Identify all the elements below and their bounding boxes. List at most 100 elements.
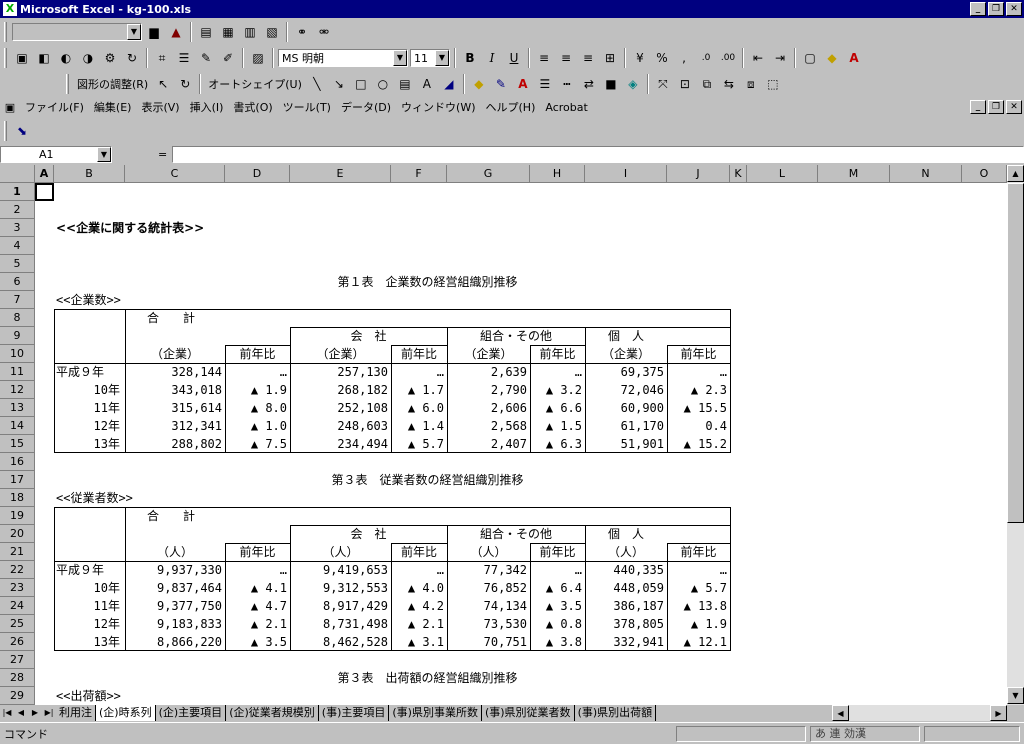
column-header-a[interactable]: A — [35, 165, 54, 183]
tab-pref-establishments[interactable]: (事)県別事業所数 — [389, 705, 482, 721]
tab-main-items[interactable]: (企)主要項目 — [156, 705, 227, 721]
row-header-13[interactable]: 13 — [0, 399, 35, 417]
row-header-26[interactable]: 26 — [0, 633, 35, 651]
picture-icon[interactable]: ▣ — [12, 48, 32, 68]
select-arrow-icon[interactable]: ↖ — [153, 74, 173, 94]
first-sheet-icon[interactable]: |◀ — [0, 706, 14, 720]
doc-restore-button[interactable]: ❐ — [988, 100, 1004, 114]
name-box[interactable]: A1 ▼ — [0, 146, 112, 163]
column-header-b[interactable]: B — [54, 165, 125, 183]
column-header-e[interactable]: E — [290, 165, 391, 183]
tab-time-series[interactable]: (企)時系列 — [96, 705, 156, 721]
dash-style-icon[interactable]: ┅ — [557, 74, 577, 94]
row-header-16[interactable]: 16 — [0, 453, 35, 471]
doc-minimize-button[interactable]: _ — [970, 100, 986, 114]
row-header-24[interactable]: 24 — [0, 597, 35, 615]
next-sheet-icon[interactable]: ▶ — [28, 706, 42, 720]
tab-est-main-items[interactable]: (事)主要項目 — [319, 705, 390, 721]
row-header-15[interactable]: 15 — [0, 435, 35, 453]
menu-acrobat[interactable]: Acrobat — [540, 101, 592, 114]
underline-icon[interactable]: U — [504, 48, 524, 68]
crop-icon[interactable]: ⌗ — [152, 48, 172, 68]
3d-style-icon[interactable]: ◈ — [623, 74, 643, 94]
column-header-o[interactable]: O — [962, 165, 1007, 183]
row-header-4[interactable]: 4 — [0, 237, 35, 255]
scroll-left-icon[interactable]: ◀ — [832, 705, 849, 721]
row-header-2[interactable]: 2 — [0, 201, 35, 219]
restore-button[interactable]: ❐ — [988, 2, 1004, 16]
line-icon[interactable]: ╲ — [307, 74, 327, 94]
oval-icon[interactable]: ○ — [373, 74, 393, 94]
fill-color-icon[interactable]: ◆ — [822, 48, 842, 68]
row-header-3[interactable]: 3 — [0, 219, 35, 237]
column-header-g[interactable]: G — [447, 165, 530, 183]
text-color-icon[interactable]: A — [513, 74, 533, 94]
row-header-20[interactable]: 20 — [0, 525, 35, 543]
increase-decimal-icon[interactable]: .0 — [696, 48, 716, 68]
minimize-button[interactable]: _ — [970, 2, 986, 16]
row-header-29[interactable]: 29 — [0, 687, 35, 705]
close-button[interactable]: ✕ — [1006, 2, 1022, 16]
rectangle-icon[interactable]: □ — [351, 74, 371, 94]
fill-bucket-icon[interactable]: ◆ — [469, 74, 489, 94]
column-header-n[interactable]: N — [890, 165, 962, 183]
row-header-10[interactable]: 10 — [0, 345, 35, 363]
row-header-14[interactable]: 14 — [0, 417, 35, 435]
gear-icon[interactable]: ⚙ — [100, 48, 120, 68]
borders-icon[interactable]: ▢ — [800, 48, 820, 68]
workbook-icon[interactable]: ▣ — [0, 101, 20, 114]
columns-icon[interactable]: ▧ — [262, 22, 282, 42]
align-right-icon[interactable]: ≡ — [578, 48, 598, 68]
percent-icon[interactable]: % — [652, 48, 672, 68]
active-cell[interactable] — [35, 183, 54, 201]
row-header-23[interactable]: 23 — [0, 579, 35, 597]
column-header-k[interactable]: K — [730, 165, 747, 183]
vertical-scrollbar[interactable]: ▲ ▼ — [1007, 165, 1024, 705]
scroll-thumb[interactable] — [1007, 183, 1024, 523]
scroll-down-icon[interactable]: ▼ — [1007, 687, 1024, 704]
align-objects-icon[interactable]: ⊡ — [675, 74, 695, 94]
ellipse-icon[interactable]: ◐ — [56, 48, 76, 68]
shadow-style-icon[interactable]: ■ — [601, 74, 621, 94]
tab-pref-employees[interactable]: (事)県別従業者数 — [482, 705, 575, 721]
scroll-right-icon[interactable]: ▶ — [990, 705, 1007, 721]
textbox-icon[interactable]: ▤ — [395, 74, 415, 94]
tab-pref-shipments[interactable]: (事)県別出荷額 — [575, 705, 657, 721]
outdent-icon[interactable]: ⇤ — [748, 48, 768, 68]
column-header-f[interactable]: F — [391, 165, 447, 183]
row-header-19[interactable]: 19 — [0, 507, 35, 525]
excel-icon[interactable]: X — [3, 2, 17, 16]
column-header-l[interactable]: L — [747, 165, 818, 183]
pen-icon[interactable]: ✐ — [218, 48, 238, 68]
wordart-icon[interactable]: A — [417, 74, 437, 94]
merge-center-icon[interactable]: ⊞ — [600, 48, 620, 68]
currency-icon[interactable]: ¥ — [630, 48, 650, 68]
column-header-d[interactable]: D — [225, 165, 290, 183]
column-header-m[interactable]: M — [818, 165, 890, 183]
worksheet-grid[interactable]: A B C D E F G H I J K L M N O 1 2 3 4 5 6 7 8 9 10 11 12 13 14 15 16 17… — [0, 165, 1007, 705]
row-header-25[interactable]: 25 — [0, 615, 35, 633]
autoshape-menu[interactable]: オートシェイプ(U) — [205, 76, 305, 92]
brush-icon[interactable]: ✎ — [196, 48, 216, 68]
flip-icon[interactable]: ⇆ — [719, 74, 739, 94]
comma-icon[interactable]: , — [674, 48, 694, 68]
image-icon[interactable]: ▨ — [248, 48, 268, 68]
select-all-corner[interactable] — [0, 165, 35, 183]
shadow-icon[interactable]: ◧ — [34, 48, 54, 68]
row-header-22[interactable]: 22 — [0, 561, 35, 579]
row-header-17[interactable]: 17 — [0, 471, 35, 489]
prev-sheet-icon[interactable]: ◀ — [14, 706, 28, 720]
circle-icon[interactable]: ◑ — [78, 48, 98, 68]
row-header-11[interactable]: 11 — [0, 363, 35, 381]
rotate-icon[interactable]: ↻ — [122, 48, 142, 68]
italic-icon[interactable]: I — [482, 48, 502, 68]
chart-type-icon[interactable]: ▲ — [166, 22, 186, 42]
nudge-icon[interactable]: ⬚ — [763, 74, 783, 94]
menu-help[interactable]: ヘルプ(H) — [481, 99, 541, 115]
align-center-icon[interactable]: ≡ — [556, 48, 576, 68]
line-color-icon[interactable]: ✎ — [491, 74, 511, 94]
style-dropdown[interactable]: ▼ — [12, 23, 142, 41]
tab-employee-size[interactable]: (企)従業者規模別 — [226, 705, 319, 721]
menu-view[interactable]: 表示(V) — [136, 99, 184, 115]
row-header-8[interactable]: 8 — [0, 309, 35, 327]
